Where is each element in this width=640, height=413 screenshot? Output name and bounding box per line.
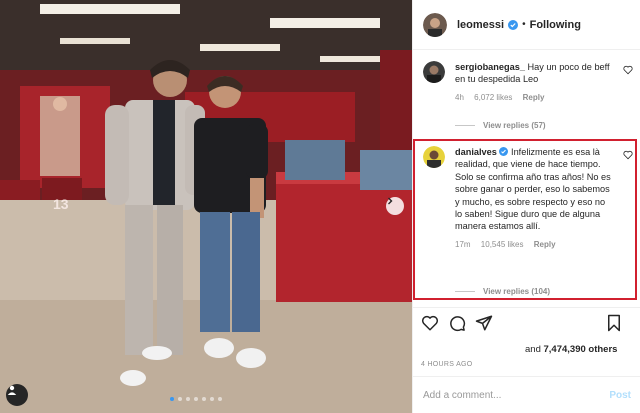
carousel-dot: [202, 397, 206, 401]
carousel-dot: [170, 397, 174, 401]
carousel-dot: [178, 397, 182, 401]
verified-badge-icon: [508, 19, 519, 30]
carousel-dot: [210, 397, 214, 401]
chevron-right-icon: [388, 197, 393, 205]
post-photo[interactable]: 13: [0, 0, 412, 413]
comment-list: sergiobanegas_ Hay un poco de beff en tu…: [413, 51, 640, 307]
share-icon[interactable]: [475, 314, 493, 332]
view-replies-button[interactable]: View replies (104): [455, 287, 550, 296]
likes-count[interactable]: 7,474,390 others: [544, 344, 618, 355]
comment-likes[interactable]: 6,072 likes: [474, 93, 512, 102]
tag-users-button[interactable]: [6, 384, 28, 406]
post-actions: and 7,474,390 others 4 HOURS AGO: [413, 307, 640, 374]
carousel-dot: [218, 397, 222, 401]
likes-prefix: and: [525, 344, 541, 355]
avatar-image: [423, 12, 447, 37]
bookmark-icon[interactable]: [606, 314, 622, 332]
author-avatar[interactable]: [423, 12, 447, 37]
add-comment-bar: Post: [413, 376, 640, 413]
heart-icon[interactable]: [623, 150, 633, 160]
commenter-avatar[interactable]: [423, 146, 445, 168]
view-replies-button[interactable]: View replies (57): [455, 121, 546, 130]
carousel-next-button[interactable]: [386, 197, 404, 215]
locker-number: 13: [53, 196, 69, 212]
reply-button[interactable]: Reply: [523, 93, 545, 102]
following-button[interactable]: Following: [530, 19, 581, 31]
separator-dot: •: [522, 19, 526, 30]
carousel-dots: [170, 397, 222, 401]
view-replies-label: View replies (57): [483, 121, 546, 130]
verified-badge-icon: [499, 147, 509, 156]
post-comment-button[interactable]: Post: [609, 390, 631, 401]
heart-icon[interactable]: [421, 314, 439, 332]
reply-button[interactable]: Reply: [534, 240, 556, 249]
tag-user-icon: [7, 385, 17, 395]
comment-body: sergiobanegas_ Hay un poco de beff en tu…: [455, 61, 613, 104]
carousel-dot: [186, 397, 190, 401]
heart-icon[interactable]: [623, 65, 633, 75]
comment-input[interactable]: [423, 389, 610, 401]
comment-text: Infelizmente es esa là realidad, que vie…: [455, 147, 611, 232]
comment-meta: 17m 10,545 likes Reply: [455, 239, 613, 251]
likes-summary: and 7,474,390 others: [525, 344, 633, 355]
commenter-avatar[interactable]: [423, 61, 445, 83]
action-icons: [421, 314, 633, 332]
comment-meta: 4h 6,072 likes Reply: [455, 92, 613, 104]
comment-username[interactable]: danialves: [455, 147, 497, 157]
comment-username[interactable]: sergiobanegas_: [455, 62, 525, 72]
comment-time[interactable]: 17m: [455, 240, 471, 249]
comment-icon[interactable]: [448, 314, 466, 332]
post-header: leomessi • Following: [413, 0, 640, 50]
avatar-image: [423, 61, 445, 83]
comment-time[interactable]: 4h: [455, 93, 464, 102]
avatar-image: [423, 146, 445, 168]
comment-body: danialves Infelizmente es esa là realida…: [455, 146, 613, 251]
post-timestamp[interactable]: 4 HOURS AGO: [421, 361, 633, 368]
carousel-dot: [194, 397, 198, 401]
view-replies-label: View replies (104): [483, 287, 550, 296]
author-username[interactable]: leomessi: [457, 19, 504, 31]
divider-line: [455, 291, 475, 292]
comment-likes[interactable]: 10,545 likes: [481, 240, 524, 249]
post-sidebar: leomessi • Following sergiobanegas_ Hay …: [412, 0, 640, 413]
divider-line: [455, 125, 475, 126]
